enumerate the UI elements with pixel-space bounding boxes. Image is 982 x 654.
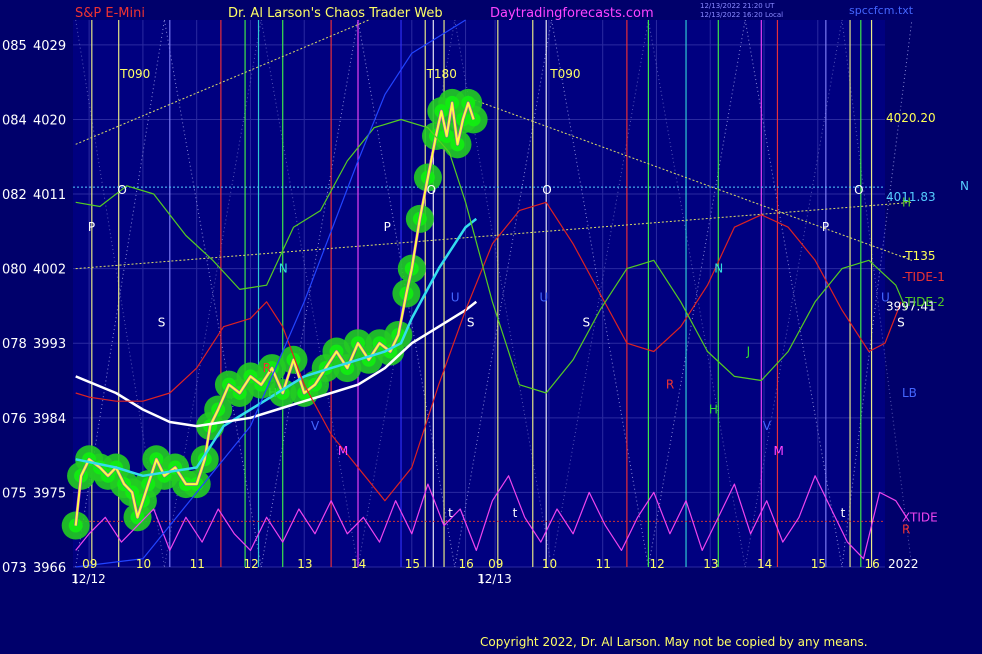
annotation-29: t [513, 506, 518, 520]
x-tick-hour-13: 14 [757, 557, 772, 571]
copyright-notice: Copyright 2022, Dr. Al Larson. May not b… [480, 635, 868, 649]
series-label-1: H [902, 195, 911, 209]
annotation-15: N [714, 262, 723, 276]
site-title: Dr. Al Larson's Chaos Trader Web [228, 6, 443, 21]
annotation-19: R [263, 361, 271, 375]
annotation-11: S [467, 316, 475, 330]
y-tick-code-3984: 076 [2, 412, 27, 427]
annotation-26: V [311, 419, 320, 433]
x-tick-hour-8: 09 [488, 557, 503, 571]
x-tick-hour-6: 15 [405, 557, 420, 571]
x-tick-hour-1: 10 [136, 557, 151, 571]
y-tick-code-4011: 082 [2, 188, 27, 203]
data-file-label: spccfcm.txt [849, 4, 914, 17]
x-tick-hour-5: 14 [351, 557, 366, 571]
x-tick-hour-3: 12 [243, 557, 258, 571]
x-tick-hour-14: 15 [811, 557, 826, 571]
timestamp-local: 12/13/2022 16:20 Local [700, 11, 783, 19]
annotation-0: T090 [119, 67, 150, 81]
y-tick-price-4011: 4011 [33, 188, 66, 203]
series-label-2: -T135 [902, 249, 935, 263]
annotation-3: O [117, 183, 126, 197]
annotation-12: S [583, 316, 591, 330]
x-tick-hour-2: 11 [190, 557, 205, 571]
annotation-1: T180 [426, 67, 457, 81]
chart-stage: T090 T180 T090 O O O O P P P S S S S N N H H J R R M M U U U V Vt t t… [0, 0, 982, 650]
annotation-6: O [854, 183, 863, 197]
annotation-23: U [451, 291, 460, 305]
y-tick-code-4029: 085 [2, 39, 27, 54]
x-tick-hour-4: 13 [297, 557, 312, 571]
annotation-14: N [279, 262, 288, 276]
annotation-30: t [841, 506, 846, 520]
y-tick-code-3966: 073 [2, 561, 27, 576]
site-url: Daytradingforecasts.com [490, 6, 654, 21]
x-tick-hour-0: 09 [82, 557, 97, 571]
annotation-13: S [897, 316, 905, 330]
annotation-9: P [822, 220, 829, 234]
annotation-4: O [427, 183, 436, 197]
symbol-title: S&P E-Mini [75, 6, 145, 21]
x-tick-hour-12: 13 [703, 557, 718, 571]
x-tick-hour-7: 16 [459, 557, 474, 571]
y-tick-price-3984: 3984 [33, 412, 66, 427]
timestamp-utc: 12/13/2022 21:20 UT [700, 2, 775, 10]
chaos-trader-chart: T090 T180 T090O O O OP P PS S S SN NHHJRRM MU U UV Vt t t… [0, 0, 982, 650]
series-label-5: LB [902, 386, 917, 400]
y-tick-code-3993: 078 [2, 337, 27, 352]
x-tick-hour-15: 16 [865, 557, 880, 571]
annotation-17: H [709, 403, 718, 417]
annotation-24: U [540, 291, 549, 305]
annotation-10: S [158, 316, 166, 330]
annotation-21: M [338, 444, 348, 458]
annotation-28: t [448, 506, 453, 520]
x-tick-hour-9: 10 [542, 557, 557, 571]
annotation-7: P [88, 220, 95, 234]
y-tick-price-3993: 3993 [33, 337, 66, 352]
y-tick-code-4020: 084 [2, 113, 27, 128]
x-year-label: 2022 [888, 557, 919, 571]
annotation-20: R [666, 378, 674, 392]
y-tick-price-4002: 4002 [33, 263, 66, 278]
series-label-4: -TIDE-2 [902, 295, 945, 309]
annotation-16: H [268, 386, 277, 400]
price-readout-0: 4020.20 [886, 111, 936, 125]
y-tick-price-3975: 3975 [33, 486, 66, 501]
series-label-3: -TIDE-1 [902, 270, 945, 284]
annotation-27: V [763, 419, 772, 433]
y-tick-code-4002: 080 [2, 263, 27, 278]
annotation-5: O [542, 183, 551, 197]
x-tick-hour-11: 12 [649, 557, 664, 571]
y-tick-price-4029: 4029 [33, 39, 66, 54]
y-tick-code-3975: 075 [2, 486, 27, 501]
series-label-0: N [960, 179, 969, 193]
y-tick-price-3966: 3966 [33, 561, 66, 576]
annotation-8: P [384, 220, 391, 234]
series-label-7: R [902, 523, 910, 537]
annotation-22: M [773, 444, 783, 458]
annotation-2: T090 [549, 67, 580, 81]
annotation-18: J [746, 345, 751, 359]
x-tick-hour-10: 11 [596, 557, 611, 571]
y-tick-price-4020: 4020 [33, 113, 66, 128]
